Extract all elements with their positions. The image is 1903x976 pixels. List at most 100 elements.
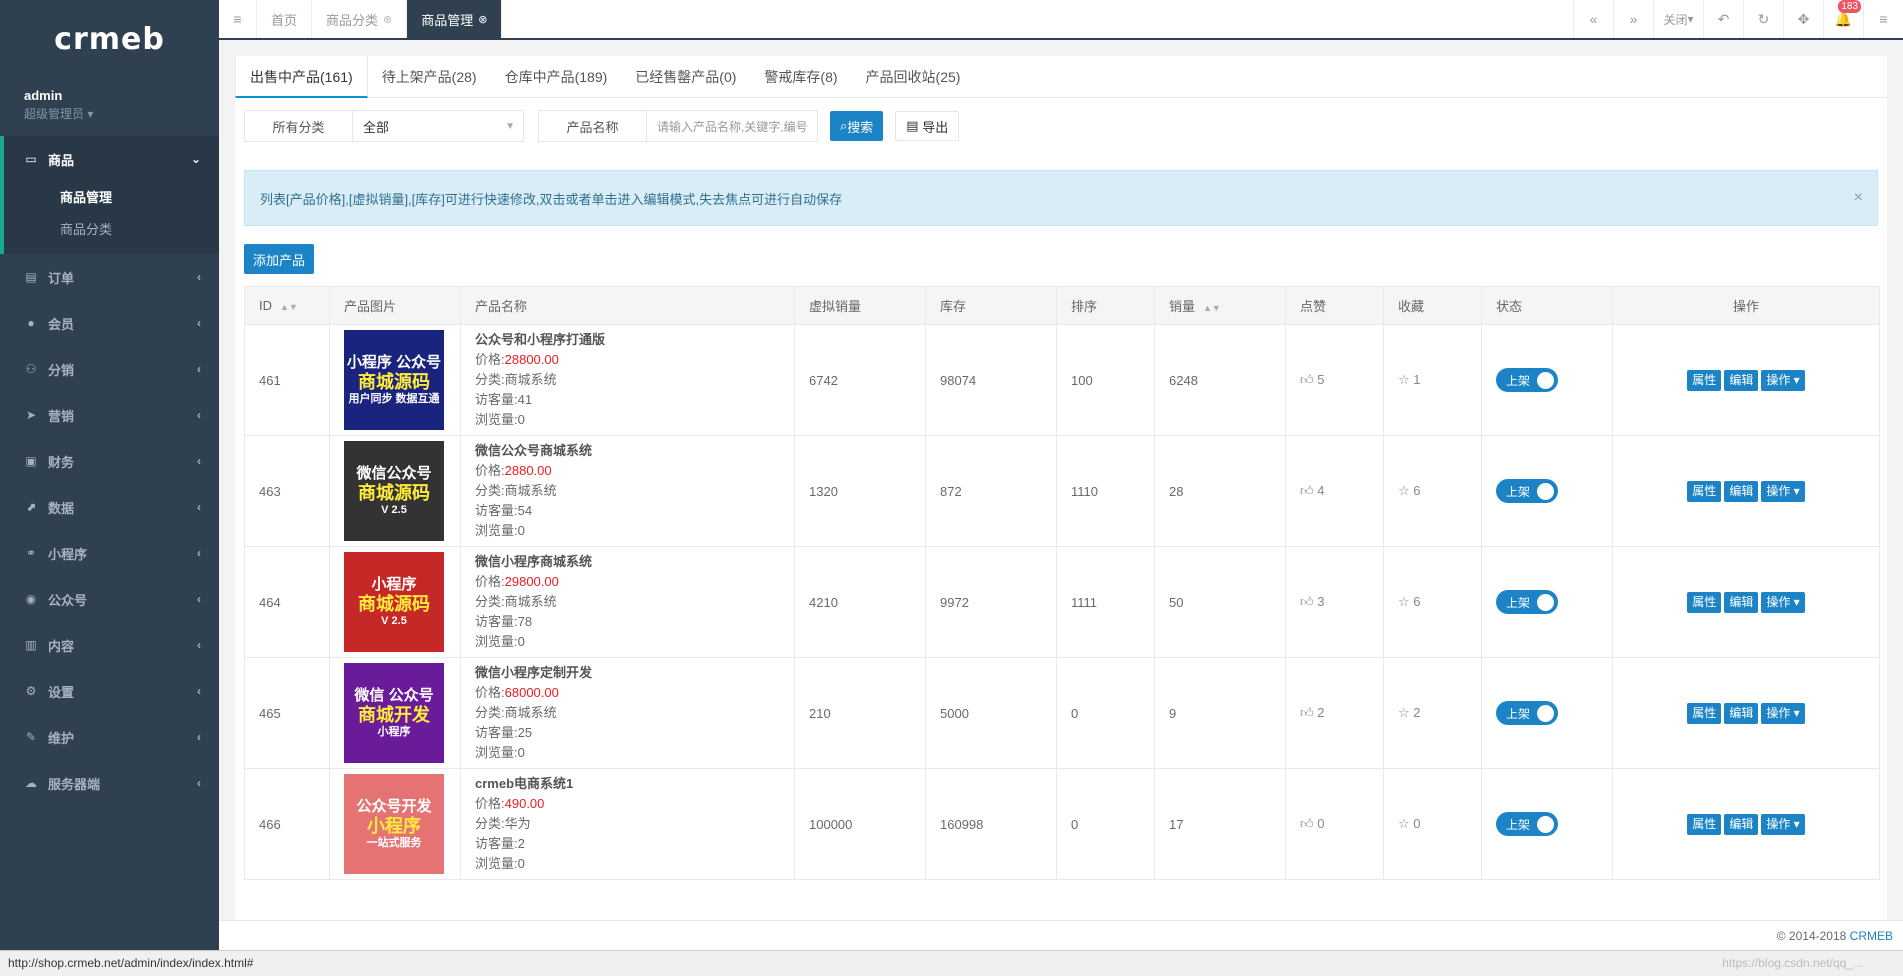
status-toggle[interactable]: 上架 [1496, 590, 1558, 614]
sort-icon[interactable]: ▲▼ [1203, 303, 1221, 313]
product-price[interactable]: 价格:29800.00 [475, 572, 794, 592]
product-category: 分类:商城系统 [475, 372, 557, 387]
chevron-left-icon: ‹ [197, 362, 201, 376]
column-header: 排序 [1056, 286, 1155, 325]
sidebar-item[interactable]: ⚙ 设置 ‹ [0, 668, 219, 714]
scroll-right-icon[interactable]: » [1613, 0, 1653, 38]
id-cell: 461 [244, 324, 330, 436]
product-thumbnail[interactable]: 微信 公众号 商城开发 小程序 [344, 663, 444, 763]
product-tab[interactable]: 产品回收站(25) [852, 56, 975, 98]
product-thumbnail[interactable]: 微信公众号 商城源码 V 2.5 [344, 441, 444, 541]
virtual-sales-cell[interactable]: 210 [794, 657, 926, 769]
product-price[interactable]: 价格:2880.00 [475, 461, 794, 481]
sidebar-item-products[interactable]: ▭ 商品 ⌄ [4, 136, 219, 182]
add-product-button[interactable]: 添加产品 [244, 244, 315, 274]
actions-dropdown-button[interactable]: 操作 ▾ [1761, 813, 1805, 835]
attributes-button[interactable]: 属性 [1687, 591, 1722, 613]
price-label: 价格: [475, 685, 505, 700]
stock-cell[interactable]: 160998 [925, 768, 1057, 880]
virtual-sales-cell[interactable]: 1320 [794, 435, 926, 547]
attributes-button[interactable]: 属性 [1687, 813, 1722, 835]
refresh-icon[interactable]: ↻ [1743, 0, 1783, 38]
attributes-button[interactable]: 属性 [1687, 369, 1722, 391]
sidebar-item[interactable]: ▣ 财务 ‹ [0, 438, 219, 484]
sidebar-item[interactable]: ◉ 公众号 ‹ [0, 576, 219, 622]
actions-dropdown-button[interactable]: 操作 ▾ [1761, 702, 1805, 724]
sort-cell: 0 [1056, 768, 1155, 880]
search-button[interactable]: ⌕ 搜索 [830, 111, 884, 141]
sort-cell-value: 0 [1071, 816, 1079, 832]
fullscreen-icon[interactable]: ✥ [1783, 0, 1823, 38]
product-thumbnail[interactable]: 小程序 公众号 商城源码 用户同步 数据互通 [344, 330, 444, 430]
logo[interactable]: crmeb [0, 0, 219, 78]
user-role-dropdown[interactable]: 超级管理员 ▾ [24, 105, 195, 122]
product-tab[interactable]: 出售中产品(161) [235, 56, 368, 98]
stock-cell[interactable]: 9972 [925, 546, 1057, 658]
sort-cell-value: 1110 [1071, 483, 1098, 499]
tab-product-category[interactable]: 商品分类 ⊗ [312, 0, 408, 38]
product-price[interactable]: 价格:28800.00 [475, 350, 794, 370]
attributes-button[interactable]: 属性 [1687, 702, 1722, 724]
status-toggle[interactable]: 上架 [1496, 812, 1558, 836]
export-button[interactable]: ▤ 导出 [895, 111, 960, 141]
stock-cell[interactable]: 5000 [925, 657, 1057, 769]
edit-button[interactable]: 编辑 [1724, 813, 1759, 835]
close-tab-icon[interactable]: ⊗ [383, 13, 392, 26]
subnav-product-category[interactable]: 商品分类 [4, 214, 219, 246]
product-tab[interactable]: 警戒库存(8) [750, 56, 851, 98]
sidebar-item[interactable]: ⚭ 小程序 ‹ [0, 530, 219, 576]
subnav-product-management[interactable]: 商品管理 [4, 182, 219, 214]
status-toggle[interactable]: 上架 [1496, 479, 1558, 503]
scroll-left-icon[interactable]: « [1573, 0, 1613, 38]
thumbnail-text: 微信公众号 [356, 464, 432, 482]
stock-cell[interactable]: 872 [925, 435, 1057, 547]
price-value: 28800.00 [504, 352, 559, 367]
edit-button[interactable]: 编辑 [1724, 702, 1759, 724]
close-icon[interactable]: × [1854, 189, 1863, 207]
more-menu-icon[interactable]: ≡ [1863, 0, 1903, 38]
edit-button[interactable]: 编辑 [1724, 591, 1759, 613]
sidebar-item[interactable]: ✎ 维护 ‹ [0, 714, 219, 760]
attributes-button[interactable]: 属性 [1687, 480, 1722, 502]
status-toggle[interactable]: 上架 [1496, 368, 1558, 392]
column-header[interactable]: 销量 ▲▼ [1154, 286, 1286, 325]
sidebar-item[interactable]: ⚇ 分销 ‹ [0, 346, 219, 392]
menu-toggle-icon[interactable]: ≡ [219, 0, 257, 38]
status-toggle[interactable]: 上架 [1496, 701, 1558, 725]
sort-icon[interactable]: ▲▼ [280, 302, 298, 312]
product-tab[interactable]: 待上架产品(28) [368, 56, 491, 98]
column-header[interactable]: ID ▲▼ [244, 286, 330, 325]
category-select[interactable]: 全部 ▼ [353, 111, 523, 141]
tab-product-management[interactable]: 商品管理 ⊗ [407, 0, 503, 38]
virtual-sales-cell[interactable]: 6742 [794, 324, 926, 436]
stock-cell[interactable]: 98074 [925, 324, 1057, 436]
sidebar-item[interactable]: ⬈ 数据 ‹ [0, 484, 219, 530]
edit-button[interactable]: 编辑 [1724, 480, 1759, 502]
likes-cell: 👍︎ 5 [1285, 324, 1384, 436]
sidebar-item[interactable]: ▥ 内容 ‹ [0, 622, 219, 668]
actions-dropdown-button[interactable]: 操作 ▾ [1761, 369, 1805, 391]
product-price[interactable]: 价格:68000.00 [475, 683, 794, 703]
product-thumbnail[interactable]: 公众号开发 小程序 一站式服务 [344, 774, 444, 874]
actions-dropdown-button[interactable]: 操作 ▾ [1761, 480, 1805, 502]
sidebar-item[interactable]: ☁ 服务器端 ‹ [0, 760, 219, 806]
sidebar-item[interactable]: ➤ 营销 ‹ [0, 392, 219, 438]
sidebar-nav: ▤ 订单 ‹ ● 会员 ‹ ⚇ 分销 ‹ ➤ 营销 ‹ ▣ 财务 ‹ ⬈ 数据 ‹ ⚭ 小程序 ‹ ◉ 公众号 ‹ ▥ 内容 ‹ ⚙ 设… [0, 254, 219, 806]
edit-button[interactable]: 编辑 [1724, 369, 1759, 391]
virtual-sales-cell[interactable]: 4210 [794, 546, 926, 658]
sidebar-item[interactable]: ▤ 订单 ‹ [0, 254, 219, 300]
close-tab-icon[interactable]: ⊗ [478, 13, 487, 26]
product-tab[interactable]: 已经售罄产品(0) [621, 56, 750, 98]
actions-dropdown-button[interactable]: 操作 ▾ [1761, 591, 1805, 613]
close-tabs-dropdown[interactable]: 关闭 ▾ [1653, 0, 1703, 38]
back-icon[interactable]: ↶ [1703, 0, 1743, 38]
tab-home[interactable]: 首页 [257, 0, 313, 38]
bell-icon[interactable]: 🔔 183 [1823, 0, 1863, 38]
product-thumbnail[interactable]: 小程序 商城源码 V 2.5 [344, 552, 444, 652]
product-tab[interactable]: 仓库中产品(189) [491, 56, 622, 98]
sidebar-item[interactable]: ● 会员 ‹ [0, 300, 219, 346]
brand-link[interactable]: CRMEB [1850, 929, 1893, 943]
search-input[interactable]: 请输入产品名称,关键字,编号 [647, 111, 817, 141]
product-price[interactable]: 价格:490.00 [475, 794, 794, 814]
virtual-sales-cell[interactable]: 100000 [794, 768, 926, 880]
